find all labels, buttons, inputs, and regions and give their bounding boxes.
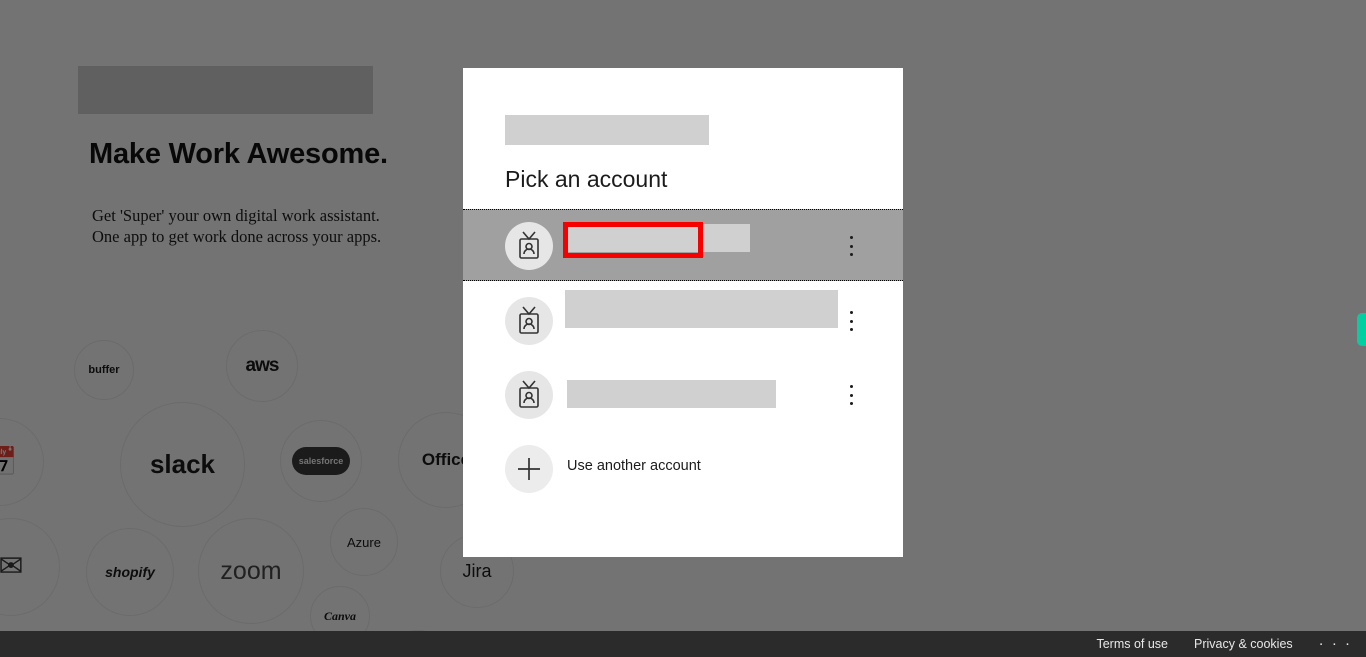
dialog-heading: Pick an account bbox=[505, 166, 668, 192]
account-list: Signed in bbox=[463, 209, 903, 505]
terms-of-use-link[interactable]: Terms of use bbox=[1096, 637, 1168, 651]
use-another-account-label: Use another account bbox=[567, 458, 701, 474]
avatar bbox=[505, 297, 553, 345]
account-identity-redaction bbox=[567, 224, 750, 252]
account-more-options-button[interactable] bbox=[849, 311, 853, 331]
id-badge-icon bbox=[519, 306, 539, 334]
browser-viewport: Make Work Awesome. Get 'Super' your own … bbox=[0, 0, 1366, 657]
account-row-3[interactable] bbox=[463, 359, 903, 431]
privacy-and-cookies-link[interactable]: Privacy & cookies bbox=[1194, 637, 1293, 651]
account-row-1[interactable]: Signed in bbox=[463, 209, 903, 281]
account-picker-dialog: Pick an account Signed in bbox=[463, 68, 903, 557]
avatar bbox=[505, 371, 553, 419]
account-more-options-button[interactable] bbox=[849, 236, 853, 256]
account-identity-redaction bbox=[567, 380, 776, 408]
account-more-options-button[interactable] bbox=[849, 385, 853, 405]
identity-provider-logo bbox=[505, 115, 709, 145]
id-badge-icon bbox=[519, 380, 539, 408]
account-identity-redaction bbox=[565, 290, 838, 328]
use-another-account-row[interactable]: Use another account bbox=[463, 433, 903, 505]
plus-icon bbox=[518, 458, 540, 480]
account-row-2[interactable]: Signed in bbox=[463, 285, 903, 357]
more-options-ellipsis-button[interactable]: · · · bbox=[1319, 636, 1352, 651]
avatar bbox=[505, 222, 553, 270]
avatar-placeholder bbox=[505, 445, 553, 493]
chat-widget-tab[interactable] bbox=[1357, 313, 1366, 346]
id-badge-icon bbox=[519, 231, 539, 259]
page-footer: Terms of use Privacy & cookies · · · bbox=[0, 631, 1366, 657]
